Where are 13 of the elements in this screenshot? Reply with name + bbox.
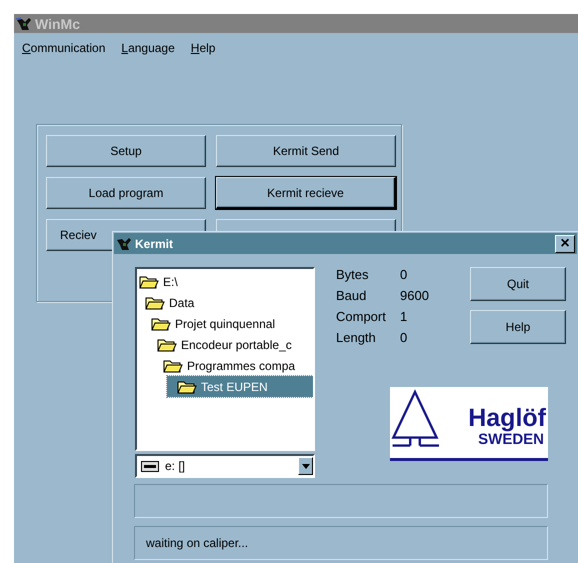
info-value: 1	[400, 309, 408, 325]
window-title: WinMc	[35, 16, 80, 32]
info-label: Length	[336, 330, 377, 346]
info-label: Bytes	[336, 267, 370, 283]
logo-name: Haglöf	[468, 405, 546, 431]
info-value: 9600	[400, 288, 429, 304]
dialog-title: Kermit	[135, 236, 174, 250]
info-label: Comport	[336, 309, 387, 325]
status-text: waiting on caliper...	[146, 536, 248, 550]
info-value: 0	[400, 330, 408, 346]
logo-country: SWEDEN	[478, 431, 544, 449]
info-value: 0	[400, 267, 408, 283]
info-label: Baud	[336, 288, 368, 304]
